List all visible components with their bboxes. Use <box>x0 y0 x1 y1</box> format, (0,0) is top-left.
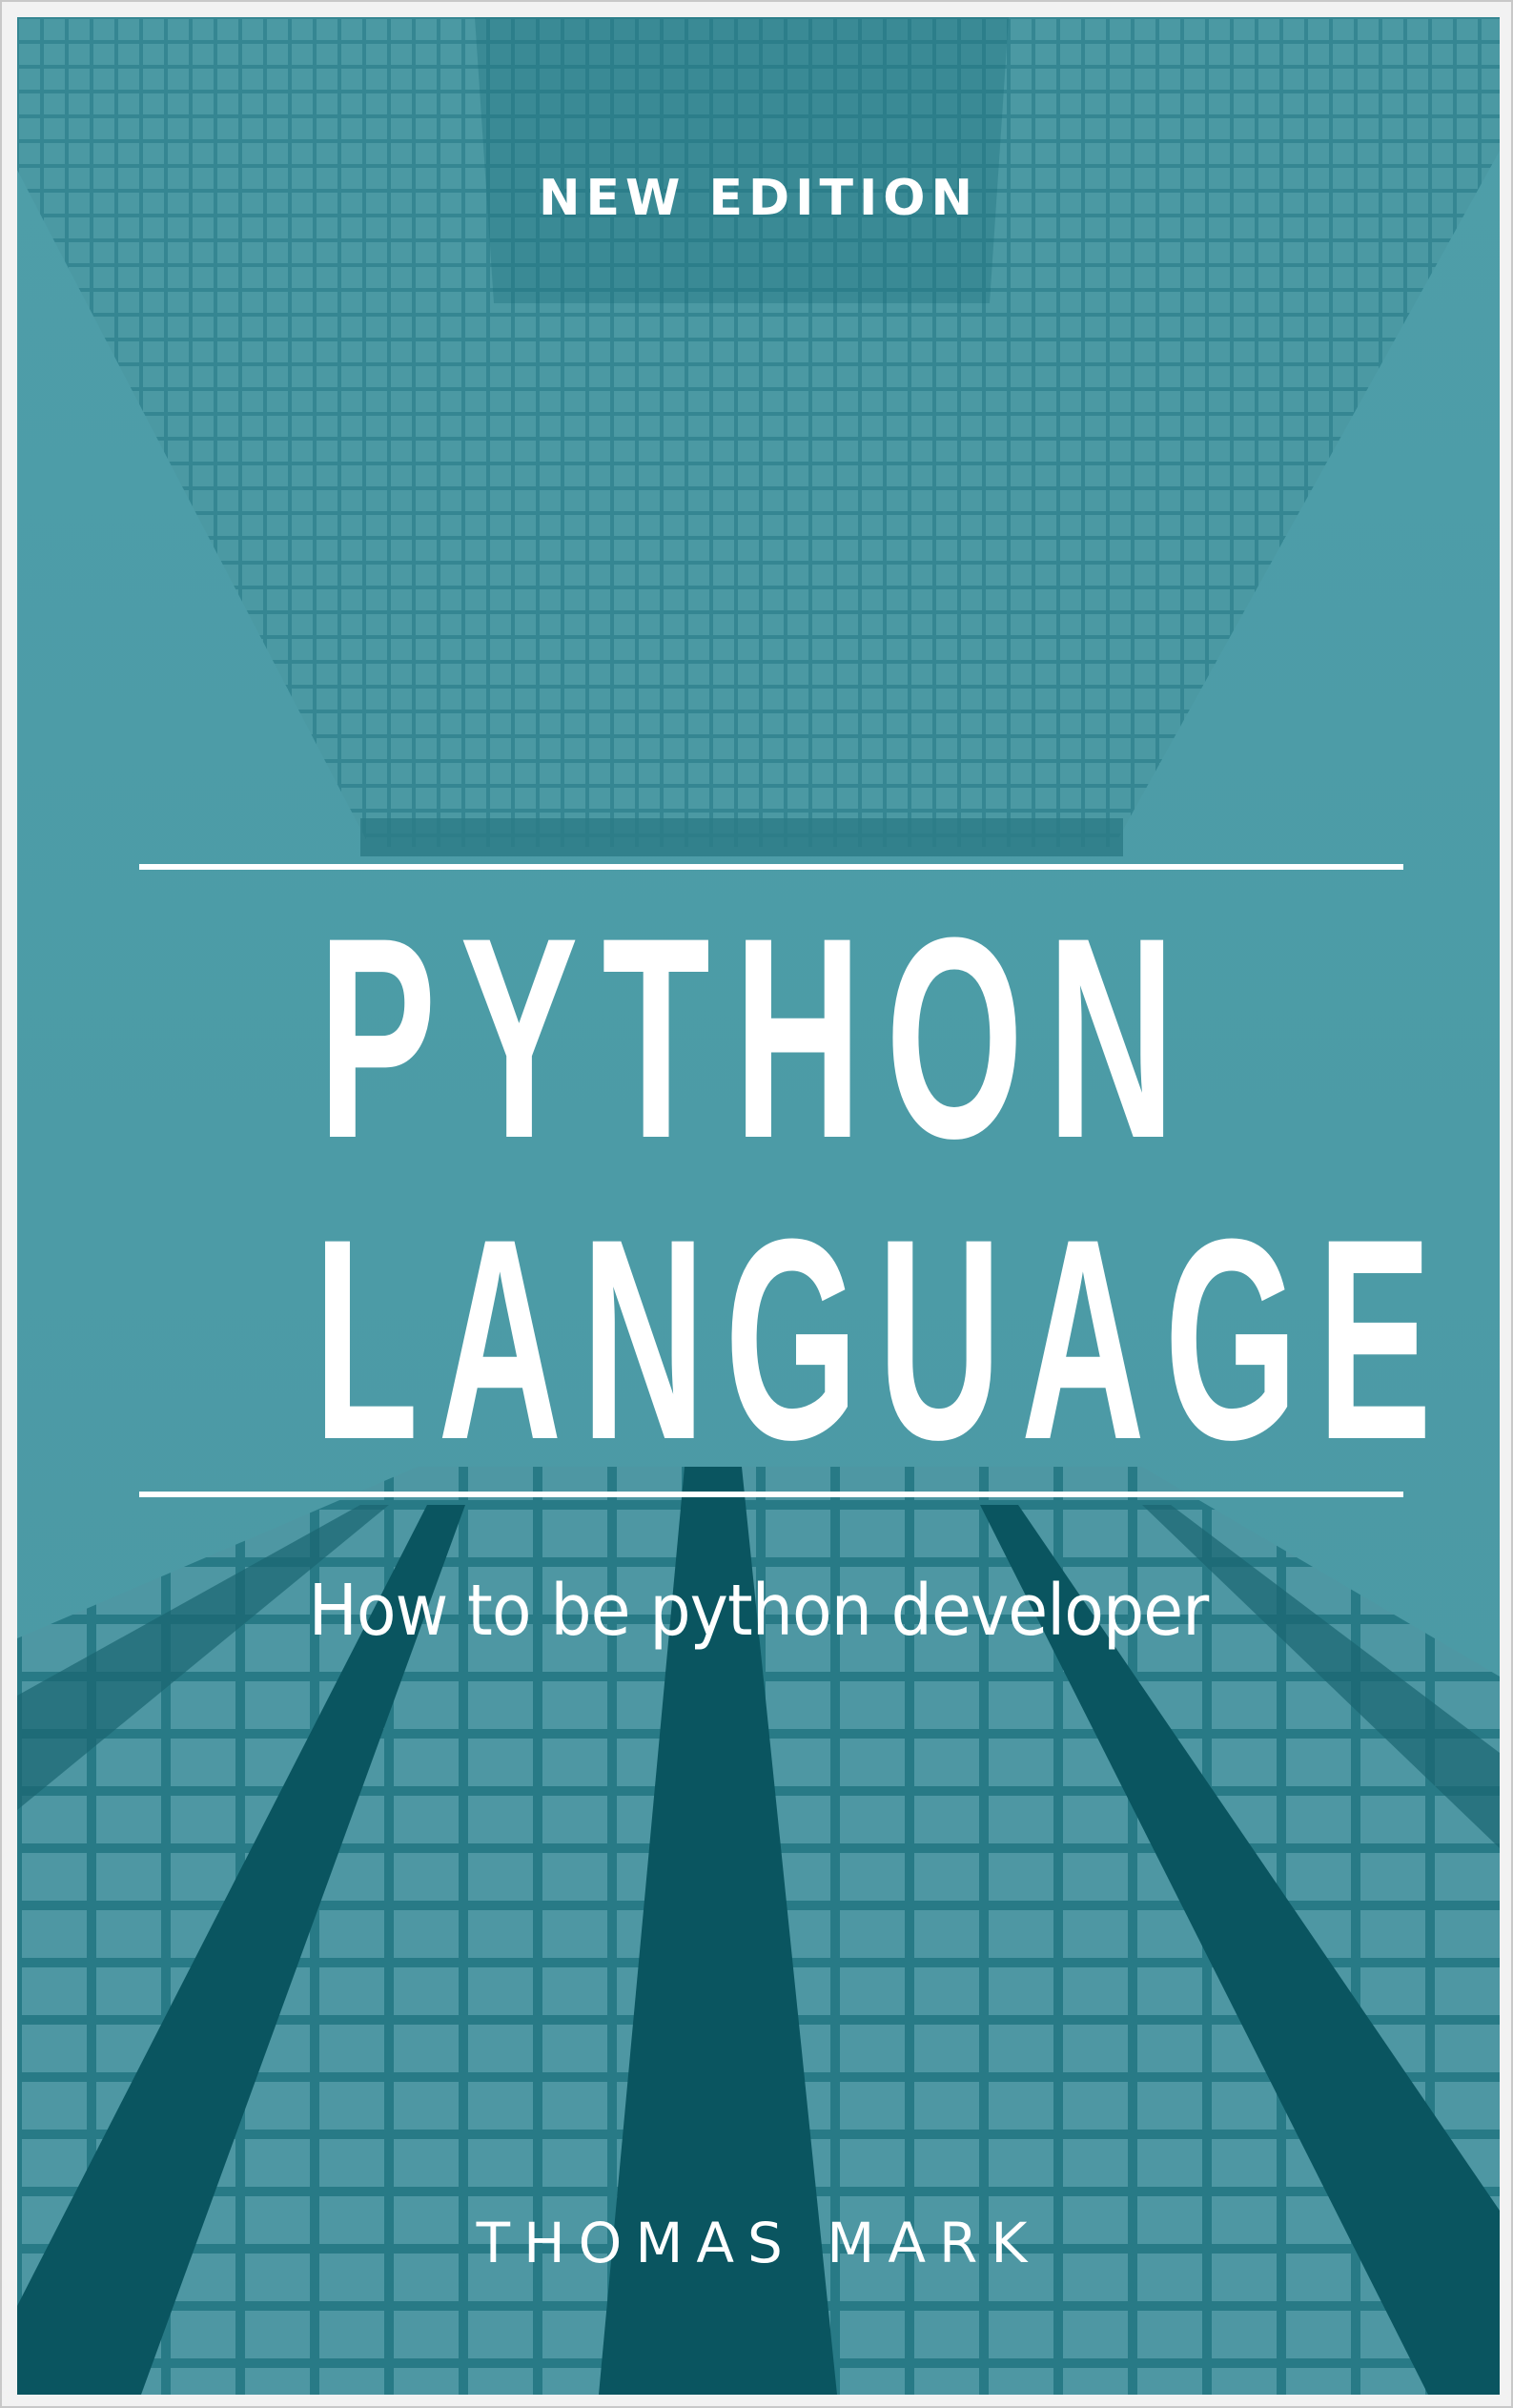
book-cover: NEW EDITION PYTHON LANGUAGE How to be py… <box>17 17 1500 2395</box>
subtitle: How to be python developer <box>308 1570 1210 1652</box>
page-frame: NEW EDITION PYTHON LANGUAGE How to be py… <box>0 0 1513 2408</box>
title-line-1: PYTHON <box>317 877 1199 1198</box>
author-name: THOMAS MARK <box>476 2211 1041 2275</box>
edition-label: NEW EDITION <box>538 170 979 227</box>
title-line-2: LANGUAGE <box>313 1179 1452 1499</box>
title-rule-bottom <box>139 1492 1403 1497</box>
title-rule-top <box>139 864 1403 870</box>
